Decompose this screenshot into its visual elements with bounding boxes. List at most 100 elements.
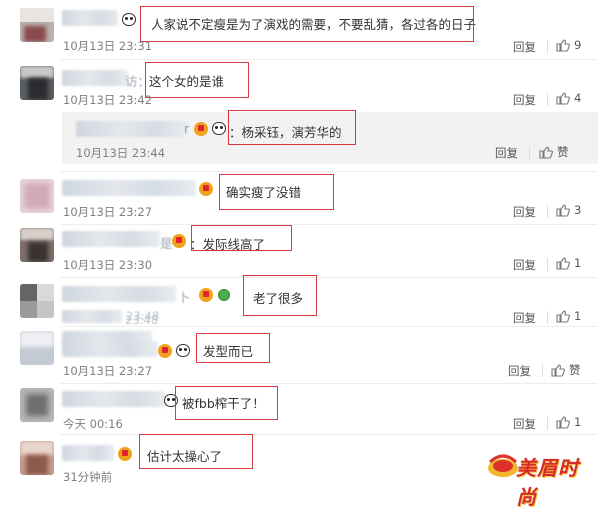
username-blurred[interactable] [76, 121, 188, 137]
like-button[interactable]: 1 [556, 256, 581, 270]
divider [547, 258, 548, 271]
avatar[interactable] [20, 8, 54, 42]
like-button[interactable]: 9 [556, 38, 581, 52]
timestamp: 10月13日 23:27 [63, 364, 153, 378]
divider [542, 364, 543, 377]
comment-item: 人家说不定瘦是为了演戏的需要，不要乱猜，各过各的日子 10月13日 23:31 … [0, 0, 603, 60]
divider [547, 205, 548, 218]
reply-button[interactable]: 回复 [508, 363, 531, 379]
like-button[interactable]: 3 [556, 203, 581, 217]
avatar[interactable] [20, 331, 54, 365]
member-badge-icon [172, 234, 186, 248]
thumbs-up-icon [551, 363, 565, 377]
timestamp: 23:48 [125, 313, 159, 327]
member-badge-icon [158, 344, 172, 358]
username-blurred[interactable] [62, 180, 196, 196]
like-label: 赞 [569, 363, 581, 377]
panda-emoji-icon [176, 344, 190, 357]
timestamp: 10月13日 23:30 [63, 258, 153, 272]
like-button[interactable]: 赞 [551, 362, 581, 378]
timestamp: 31分钟前 [63, 470, 113, 484]
sun-logo-icon [488, 454, 518, 477]
username-blurred[interactable] [62, 10, 118, 26]
divider [547, 40, 548, 53]
comment-item: 访： 这个女的是谁 10月13日 23:42 回复 4 [0, 60, 603, 112]
thumbs-up-icon [556, 38, 570, 52]
comment-item: 是 ：发际线高了 10月13日 23:30 回复 1 [0, 225, 603, 277]
timestamp: 今天 00:16 [63, 417, 123, 431]
highlight-box [219, 174, 334, 210]
reply-button[interactable]: 回复 [513, 257, 536, 273]
thumbs-up-icon [556, 415, 570, 429]
timestamp: 10月13日 23:44 [76, 146, 166, 160]
reply-button[interactable]: 回复 [513, 416, 536, 432]
timestamp: 10月13日 23:31 [63, 39, 153, 53]
divider [547, 93, 548, 106]
username-blurred[interactable] [62, 391, 166, 407]
like-count: 1 [574, 415, 582, 429]
avatar[interactable] [20, 228, 54, 262]
thumbs-up-icon [556, 91, 570, 105]
highlight-box [243, 275, 317, 316]
username-blurred[interactable] [62, 445, 114, 461]
panda-emoji-icon [122, 13, 136, 26]
panda-emoji-icon [212, 122, 226, 135]
highlight-box [140, 6, 474, 42]
divider [547, 311, 548, 324]
reply-button[interactable]: 回复 [513, 204, 536, 220]
timestamp: 10月13日 23:42 [63, 93, 153, 107]
thumbs-up-icon [556, 256, 570, 270]
thumbs-up-icon [556, 203, 570, 217]
like-count: 4 [574, 91, 582, 105]
like-count: 1 [574, 256, 582, 270]
comment-item: 卜 老了很多 23:48 回复 1 [0, 275, 603, 326]
comment-item: 确实瘦了没错 10月13日 23:27 回复 3 [0, 172, 603, 224]
reply-button[interactable]: 回复 [513, 39, 536, 55]
like-label: 赞 [557, 145, 569, 159]
like-count: 3 [574, 203, 582, 217]
leaf-emoji-icon [218, 289, 230, 301]
highlight-box [175, 386, 278, 420]
watermark-text: 美眉时尚 [516, 456, 579, 509]
sub-reply-panel: r ：杨采钰，演芳华的 10月13日 23:44 回复 赞 [62, 110, 598, 164]
username-blurred[interactable] [62, 70, 128, 86]
username-tail: 是 [160, 236, 173, 251]
reply-button[interactable]: 回复 [513, 310, 536, 326]
highlight-box [139, 434, 253, 469]
thumbs-up-icon [556, 309, 570, 323]
like-button[interactable]: 4 [556, 91, 581, 105]
watermark-logo: 美眉时尚 [486, 446, 598, 509]
username-tail: 卜 [178, 290, 191, 305]
highlight-box [191, 225, 292, 251]
avatar[interactable] [20, 388, 54, 422]
divider [529, 146, 530, 159]
member-badge-icon [118, 447, 132, 461]
username-blurred[interactable] [62, 341, 158, 357]
timestamp: 10月13日 23:27 [63, 205, 153, 219]
highlight-box [228, 110, 356, 145]
username-blurred[interactable] [62, 231, 160, 247]
username-tail: r [184, 121, 190, 136]
avatar[interactable] [20, 179, 54, 213]
like-button[interactable]: 赞 [539, 144, 569, 160]
thumbs-up-icon [539, 145, 553, 159]
like-button[interactable]: 1 [556, 309, 581, 323]
comment-item: 23:48 发型而已 10月13日 23:27 回复 赞 [0, 313, 603, 383]
member-badge-icon [199, 288, 213, 302]
username-blurred[interactable] [62, 286, 176, 302]
like-count: 9 [574, 38, 582, 52]
highlight-box [196, 333, 270, 363]
member-badge-icon [199, 182, 213, 196]
member-badge-icon [194, 122, 208, 136]
avatar[interactable] [20, 66, 54, 100]
reply-button[interactable]: 回复 [495, 145, 518, 161]
divider [547, 417, 548, 430]
like-button[interactable]: 1 [556, 415, 581, 429]
avatar[interactable] [20, 284, 54, 318]
timestamp-blurred [62, 310, 122, 323]
reply-button[interactable]: 回复 [513, 92, 536, 108]
comment-item: 被fbb榨干了！ 今天 00:16 回复 1 [0, 384, 603, 434]
like-count: 1 [574, 309, 582, 323]
avatar[interactable] [20, 441, 54, 475]
highlight-box [145, 62, 249, 98]
